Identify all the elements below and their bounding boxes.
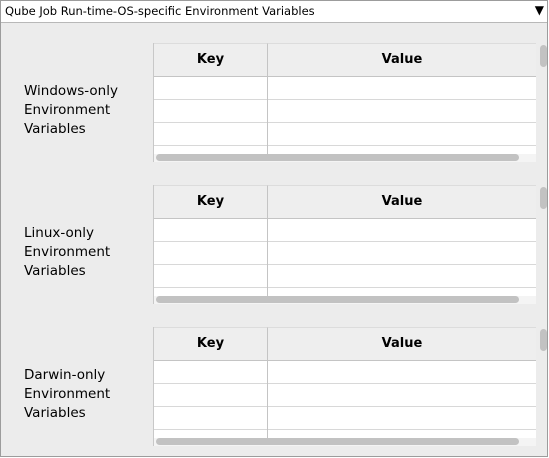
horizontal-scrollbar-track[interactable] — [154, 438, 536, 446]
column-divider — [267, 77, 268, 155]
vertical-scrollbar-thumb[interactable] — [540, 45, 547, 67]
vertical-scrollbar-track[interactable] — [539, 185, 547, 304]
value-cell[interactable] — [268, 219, 536, 241]
value-cell[interactable] — [268, 100, 536, 122]
row-divider — [154, 122, 536, 123]
vertical-scrollbar-track[interactable] — [539, 327, 547, 446]
row-divider — [154, 287, 536, 288]
key-cell[interactable] — [154, 100, 267, 122]
darwin-env-label: Darwin-only Environment Variables — [24, 367, 111, 421]
value-column-header[interactable]: Value — [268, 43, 536, 77]
key-cell[interactable] — [154, 242, 267, 264]
windows-env-section: Windows-only Environment Variables Key V… — [1, 23, 547, 165]
key-column-header[interactable]: Key — [154, 43, 268, 77]
row-divider — [154, 429, 536, 430]
value-cell[interactable] — [268, 123, 536, 145]
key-cell[interactable] — [154, 407, 267, 429]
value-column-header[interactable]: Value — [268, 185, 536, 219]
value-cell[interactable] — [268, 77, 536, 99]
row-divider — [154, 264, 536, 265]
value-cell[interactable] — [268, 242, 536, 264]
vertical-scrollbar-thumb[interactable] — [540, 187, 547, 209]
linux-env-section: Linux-only Environment Variables Key Val… — [1, 165, 547, 307]
column-divider — [267, 219, 268, 297]
horizontal-scrollbar-track[interactable] — [154, 154, 536, 162]
key-cell[interactable] — [154, 219, 267, 241]
key-column-header[interactable]: Key — [154, 327, 268, 361]
panel-header[interactable]: Qube Job Run-time-OS-specific Environmen… — [1, 1, 547, 23]
value-cell[interactable] — [268, 361, 536, 383]
value-column-header[interactable]: Value — [268, 327, 536, 361]
row-divider — [154, 241, 536, 242]
value-cell[interactable] — [268, 265, 536, 287]
horizontal-scrollbar-thumb[interactable] — [156, 154, 519, 161]
env-vars-panel: Qube Job Run-time-OS-specific Environmen… — [0, 0, 548, 457]
linux-env-label: Linux-only Environment Variables — [24, 225, 111, 279]
row-divider — [154, 145, 536, 146]
horizontal-scrollbar-track[interactable] — [154, 296, 536, 304]
key-cell[interactable] — [154, 361, 267, 383]
vertical-scrollbar-track[interactable] — [539, 43, 547, 162]
row-divider — [154, 383, 536, 384]
key-cell[interactable] — [154, 77, 267, 99]
value-cell[interactable] — [268, 384, 536, 406]
collapse-triangle-icon[interactable]: ▼ — [535, 3, 544, 17]
windows-env-table[interactable]: Key Value — [153, 43, 536, 162]
value-cell[interactable] — [268, 407, 536, 429]
row-divider — [154, 406, 536, 407]
linux-env-table[interactable]: Key Value — [153, 185, 536, 304]
darwin-env-section: Darwin-only Environment Variables Key Va… — [1, 307, 547, 449]
vertical-scrollbar-thumb[interactable] — [540, 329, 547, 351]
key-cell[interactable] — [154, 123, 267, 145]
key-cell[interactable] — [154, 265, 267, 287]
key-cell[interactable] — [154, 384, 267, 406]
darwin-env-table[interactable]: Key Value — [153, 327, 536, 446]
horizontal-scrollbar-thumb[interactable] — [156, 296, 519, 303]
panel-title: Qube Job Run-time-OS-specific Environmen… — [5, 4, 315, 18]
horizontal-scrollbar-thumb[interactable] — [156, 438, 519, 445]
row-divider — [154, 99, 536, 100]
windows-env-label: Windows-only Environment Variables — [24, 83, 118, 137]
column-divider — [267, 361, 268, 439]
key-column-header[interactable]: Key — [154, 185, 268, 219]
